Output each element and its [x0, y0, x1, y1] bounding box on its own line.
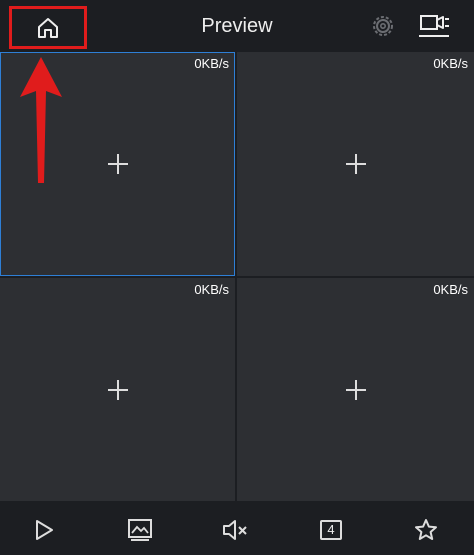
picture-button[interactable]: [127, 517, 153, 543]
bitrate-label: 0KB/s: [194, 282, 229, 297]
add-device-icon[interactable]: [345, 379, 367, 401]
video-camera-list-icon[interactable]: [418, 11, 450, 41]
video-tile-4[interactable]: 0KB/s: [237, 278, 474, 501]
split-count: 4: [320, 520, 342, 540]
home-icon: [38, 17, 58, 38]
speaker-mute-icon: [223, 520, 247, 540]
star-icon: [415, 519, 437, 540]
header-bar: Preview: [0, 0, 474, 52]
bitrate-label: 0KB/s: [433, 282, 468, 297]
home-button[interactable]: [9, 6, 87, 49]
annotation-arrow: [20, 57, 62, 183]
bitrate-label: 0KB/s: [194, 56, 229, 71]
video-tile-3[interactable]: 0KB/s: [0, 278, 235, 501]
bottom-toolbar: 4: [0, 503, 474, 555]
mute-button[interactable]: [222, 517, 248, 543]
gear-icon[interactable]: [370, 13, 396, 39]
favorite-button[interactable]: [413, 517, 439, 543]
split-screen-button[interactable]: 4: [318, 517, 344, 543]
video-tile-2[interactable]: 0KB/s: [237, 52, 474, 276]
add-device-icon[interactable]: [107, 379, 129, 401]
image-icon: [128, 519, 152, 541]
add-device-icon[interactable]: [107, 153, 129, 175]
preview-screen: Preview 0KB/s 0KB/s 0KB/s 0KB/s 4: [0, 0, 474, 555]
video-grid: 0KB/s 0KB/s 0KB/s 0KB/s: [0, 52, 474, 501]
add-device-icon[interactable]: [345, 153, 367, 175]
play-button[interactable]: [31, 517, 57, 543]
bitrate-label: 0KB/s: [433, 56, 468, 71]
play-icon: [36, 520, 53, 540]
